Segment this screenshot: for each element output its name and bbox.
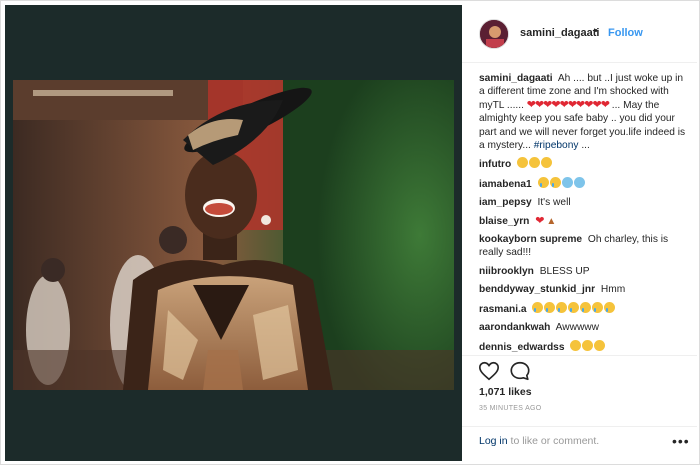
- comment-bubble-icon[interactable]: [509, 360, 531, 382]
- crying-face-icon: [544, 301, 556, 313]
- comment-username[interactable]: iam_pepsy: [479, 197, 532, 208]
- comment-text: Hmm: [600, 284, 626, 296]
- sad-face-icon: [517, 157, 529, 169]
- crying-face-icon: [580, 301, 592, 313]
- comment-item: infutro: [479, 157, 691, 171]
- crying-face-icon: [556, 301, 568, 313]
- heart-emoji-row: ❤❤❤❤❤❤❤❤❤❤: [526, 98, 610, 111]
- fearful-face-icon: [561, 176, 573, 188]
- comment-text: Awwwww: [555, 322, 600, 334]
- separator-dot: •: [594, 25, 598, 37]
- hashtag-link[interactable]: #ripebony: [534, 140, 579, 151]
- comment-item: niibrooklyn BLESS UP: [479, 265, 691, 278]
- login-prompt-text: to like or comment.: [507, 435, 600, 447]
- post-author-username[interactable]: samini_dagaati: [520, 27, 599, 39]
- post-photo-illustration: [13, 80, 454, 390]
- heart-emoji-icon: ❤: [535, 214, 544, 227]
- sad-face-icon: [594, 339, 606, 351]
- comment-item: dennis_edwardss: [479, 339, 691, 354]
- sad-face-icon: [541, 157, 553, 169]
- photo-panel: [5, 5, 462, 461]
- praying-hands-icon: ▲: [546, 215, 557, 227]
- comment-username[interactable]: aarondankwah: [479, 322, 550, 333]
- comment-text: BLESS UP: [539, 265, 590, 277]
- crying-face-icon: [592, 301, 604, 313]
- crying-face-icon: [549, 176, 561, 188]
- comment-item: rasmani.a: [479, 301, 691, 316]
- post-photo[interactable]: [13, 80, 454, 390]
- login-prompt: Log in to like or comment.: [479, 435, 599, 447]
- comment-username[interactable]: niibrooklyn: [479, 266, 534, 277]
- login-link[interactable]: Log in: [479, 435, 508, 447]
- crying-face-icon: [568, 301, 580, 313]
- post-sidebar: samini_dagaati • Follow samini_dagaati A…: [462, 5, 697, 461]
- comment-username[interactable]: infutro: [479, 159, 511, 170]
- like-heart-icon[interactable]: [478, 360, 500, 382]
- crying-face-icon: [537, 176, 549, 188]
- comment-username[interactable]: benddyway_stunkid_jnr: [479, 284, 595, 295]
- comment-username[interactable]: dennis_edwardss: [479, 342, 565, 353]
- comment-username[interactable]: iamabena1: [479, 179, 532, 190]
- post-header: samini_dagaati • Follow: [462, 5, 697, 63]
- post-window: samini_dagaati • Follow samini_dagaati A…: [0, 0, 700, 465]
- comment-item: kookayborn supreme Oh charley, this is r…: [479, 233, 691, 260]
- fearful-face-icon: [573, 176, 585, 188]
- caption-trailing: ...: [581, 140, 590, 152]
- sad-face-icon: [570, 339, 582, 351]
- comment-item: iam_pepsy It's well: [479, 196, 691, 209]
- comment-username[interactable]: rasmani.a: [479, 304, 527, 315]
- crying-face-icon: [604, 301, 616, 313]
- caption: samini_dagaati Ah .... but ..I just woke…: [479, 72, 691, 152]
- comments-list: samini_dagaati Ah .... but ..I just woke…: [479, 72, 691, 355]
- divider: [462, 426, 697, 427]
- comment-item: iamabena1: [479, 176, 691, 191]
- crying-face-icon: [532, 301, 544, 313]
- post-timestamp[interactable]: 35 MINUTES AGO: [479, 405, 542, 412]
- comment-item: benddyway_stunkid_jnr Hmm: [479, 283, 691, 296]
- sad-face-icon: [582, 339, 594, 351]
- avatar[interactable]: [479, 19, 509, 49]
- caption-username[interactable]: samini_dagaati: [479, 73, 553, 84]
- divider: [462, 355, 697, 356]
- sad-face-icon: [529, 157, 541, 169]
- comment-item: blaise_yrn ❤ ▲: [479, 215, 691, 228]
- follow-button[interactable]: Follow: [608, 27, 643, 39]
- comment-username[interactable]: blaise_yrn: [479, 216, 529, 227]
- comment-item: aarondankwah Awwwww: [479, 321, 691, 334]
- likes-count[interactable]: 1,071 likes: [479, 386, 532, 398]
- comment-username[interactable]: kookayborn supreme: [479, 234, 582, 245]
- comment-text: It's well: [537, 197, 571, 209]
- more-options-icon[interactable]: •••: [672, 433, 690, 449]
- avatar-image: [480, 20, 508, 48]
